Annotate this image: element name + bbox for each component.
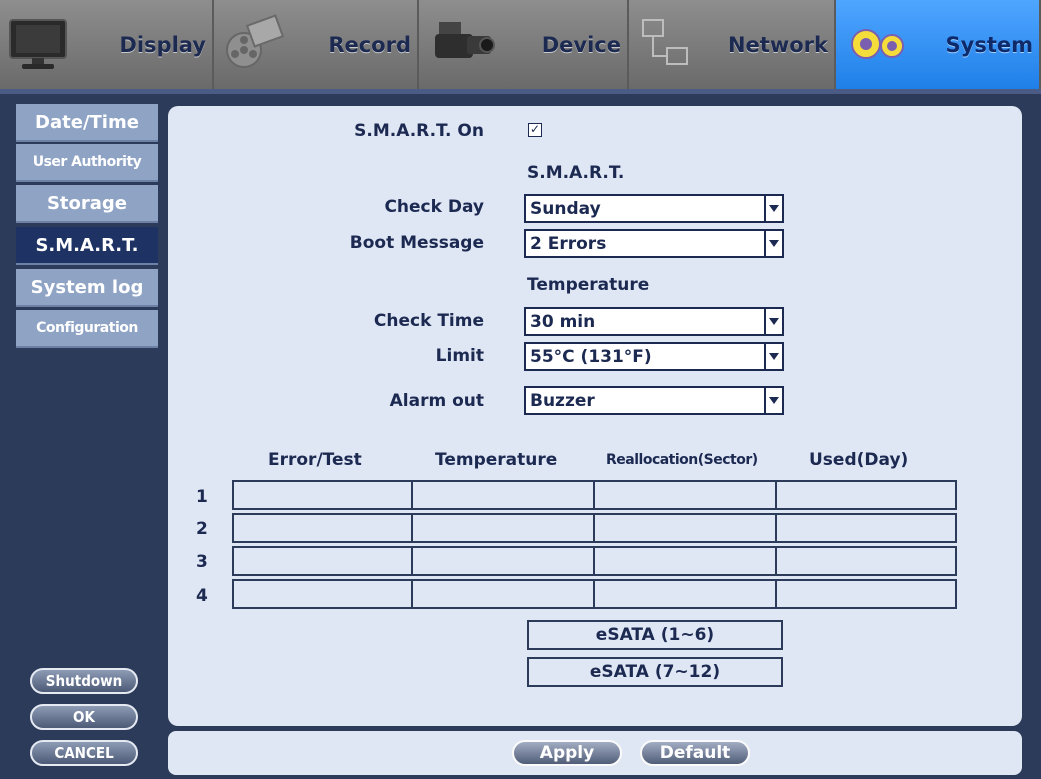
boot-message-value: 2 Errors [530,234,607,254]
section-temperature-heading: Temperature [527,275,650,295]
chevron-down-icon[interactable] [764,344,782,369]
topbar-divider [0,89,1041,94]
esata-7-12-label: eSATA (7~12) [589,662,721,682]
table-cell [775,480,957,510]
table-cell [593,579,777,609]
sidebar-item-label: Storage [46,192,128,214]
table-cell [411,579,595,609]
row-number: 4 [196,586,208,606]
shutdown-button[interactable]: Shutdown [30,668,138,694]
check-time-label: Check Time [373,311,484,331]
sidebar-item-label: S.M.A.R.T. [35,234,139,256]
column-header-error-test: Error/Test [268,450,362,470]
sidebar-item-label: System log [30,276,144,298]
tab-record-label: Record [328,32,411,57]
smart-settings-window: Display Record Device Network System Dat… [0,0,1041,779]
chevron-down-icon[interactable] [764,309,782,334]
table-cell [411,546,595,576]
ok-button-label: OK [73,708,95,726]
column-header-used-day: Used(Day) [809,450,909,470]
default-button[interactable]: Default [640,740,750,766]
boot-message-select[interactable]: 2 Errors [524,229,784,258]
sidebar-item-date-time[interactable]: Date/Time [16,104,158,142]
monitor-icon [8,14,70,72]
sidebar-item-configuration[interactable]: Configuration [16,310,158,348]
table-cell [411,480,595,510]
esata-1-6-button[interactable]: eSATA (1~6) [527,620,783,650]
check-time-select[interactable]: 30 min [524,307,784,336]
ok-button[interactable]: OK [30,704,138,730]
sidebar: Date/Time User Authority Storage S.M.A.R… [0,97,160,779]
tab-display-label: Display [119,32,206,57]
tab-device[interactable]: Device [419,0,629,89]
column-header-temperature: Temperature [435,450,558,470]
cancel-button[interactable]: CANCEL [30,740,138,766]
check-day-select[interactable]: Sunday [524,194,784,223]
check-day-label: Check Day [384,197,484,217]
network-icon [637,14,699,72]
tab-system[interactable]: System [836,0,1041,89]
tab-device-label: Device [541,32,621,57]
sidebar-item-label: Configuration [36,320,138,336]
table-cell [232,480,413,510]
smart-on-label: S.M.A.R.T. On [354,121,484,141]
esata-1-6-label: eSATA (1~6) [595,625,715,645]
sidebar-item-storage[interactable]: Storage [16,185,158,223]
tab-display[interactable]: Display [0,0,214,89]
shutdown-button-label: Shutdown [45,672,123,690]
film-reel-icon [222,14,285,72]
chevron-down-icon[interactable] [764,196,782,221]
section-smart-heading: S.M.A.R.T. [527,163,625,183]
column-header-reallocation: Reallocation(Sector) [606,452,758,468]
tab-network[interactable]: Network [629,0,836,89]
limit-select[interactable]: 55°C (131°F) [524,342,784,371]
gears-icon [844,14,906,72]
table-cell [593,546,777,576]
esata-7-12-button[interactable]: eSATA (7~12) [527,657,783,687]
table-cell [232,579,413,609]
row-number: 1 [196,487,208,507]
sidebar-item-smart[interactable]: S.M.A.R.T. [16,227,158,265]
row-number: 3 [196,552,208,572]
tab-system-label: System [945,32,1033,57]
table-cell [411,513,595,543]
table-cell [232,546,413,576]
sidebar-item-label: User Authority [32,154,142,170]
row-number: 2 [196,519,208,539]
check-day-value: Sunday [530,199,601,219]
tab-network-label: Network [727,32,828,57]
chevron-down-icon[interactable] [764,388,782,413]
sidebar-item-user-authority[interactable]: User Authority [16,144,158,182]
camcorder-icon [427,14,495,72]
sidebar-item-system-log[interactable]: System log [16,269,158,307]
top-tab-bar: Display Record Device Network System [0,0,1041,89]
default-button-label: Default [659,743,731,763]
table-cell [593,480,777,510]
sidebar-item-label: Date/Time [35,111,139,133]
boot-message-label: Boot Message [349,233,484,253]
tab-record[interactable]: Record [214,0,419,89]
table-cell [232,513,413,543]
alarm-out-select[interactable]: Buzzer [524,386,784,415]
cancel-button-label: CANCEL [54,744,114,762]
table-cell [593,513,777,543]
check-time-value: 30 min [530,312,596,332]
table-cell [775,546,957,576]
limit-label: Limit [435,346,484,366]
alarm-out-label: Alarm out [389,391,484,411]
apply-button-label: Apply [539,743,595,763]
chevron-down-icon[interactable] [764,231,782,256]
alarm-out-value: Buzzer [530,391,595,411]
table-cell [775,579,957,609]
table-cell [775,513,957,543]
apply-button[interactable]: Apply [512,740,622,766]
smart-on-checkbox[interactable]: ✓ [528,123,542,137]
limit-value: 55°C (131°F) [530,347,652,367]
